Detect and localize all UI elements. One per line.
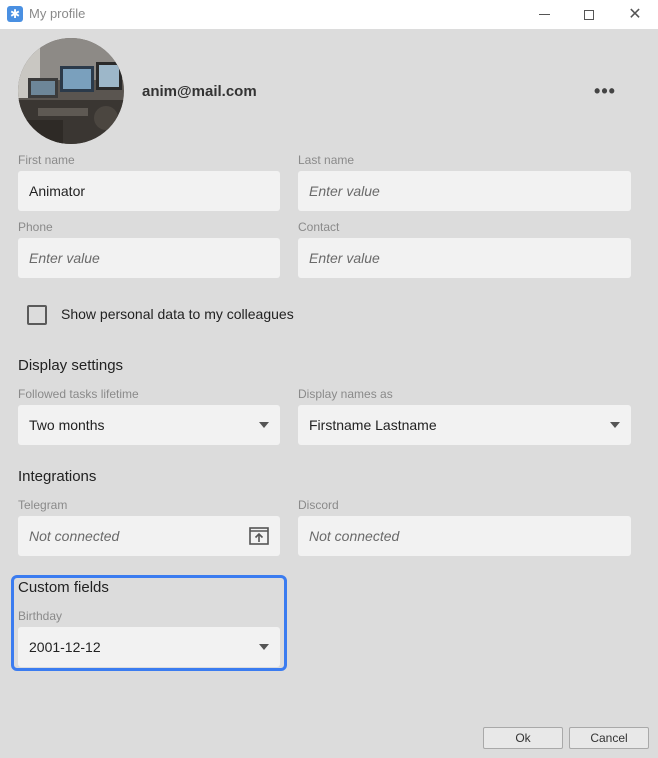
first-name-field[interactable]: Animator xyxy=(18,171,280,211)
integrations-heading: Integrations xyxy=(18,468,97,485)
minimize-button[interactable] xyxy=(521,0,567,29)
last-name-label: Last name xyxy=(298,153,355,167)
minimize-icon xyxy=(538,14,550,15)
display-names-as-label: Display names as xyxy=(298,387,393,401)
snowflake-app-icon: ✱ xyxy=(7,6,23,22)
followed-tasks-lifetime-select[interactable]: Two months xyxy=(18,405,280,445)
first-name-label: First name xyxy=(18,153,75,167)
followed-tasks-lifetime-value: Two months xyxy=(29,417,105,433)
contact-label: Contact xyxy=(298,220,340,234)
chevron-down-icon xyxy=(259,644,269,650)
close-button[interactable]: ✕ xyxy=(612,0,658,29)
window-title: My profile xyxy=(29,6,86,21)
close-icon: ✕ xyxy=(628,5,642,23)
telegram-field: Not connected xyxy=(18,516,280,556)
show-personal-data-checkbox[interactable] xyxy=(27,305,47,325)
contact-field[interactable]: Enter value xyxy=(298,238,631,278)
cancel-button[interactable]: Cancel xyxy=(569,727,649,749)
maximize-button[interactable] xyxy=(566,0,612,29)
last-name-field[interactable]: Enter value xyxy=(298,171,631,211)
discord-field: Not connected xyxy=(298,516,631,556)
more-options-button[interactable]: ••• xyxy=(589,82,621,102)
followed-tasks-lifetime-label: Followed tasks lifetime xyxy=(18,387,139,401)
open-link-icon[interactable] xyxy=(249,527,269,545)
ok-button[interactable]: Ok xyxy=(483,727,563,749)
display-names-as-value: Firstname Lastname xyxy=(309,417,437,433)
display-names-as-select[interactable]: Firstname Lastname xyxy=(298,405,631,445)
chevron-down-icon xyxy=(259,422,269,428)
title-bar: ✱ My profile ✕ xyxy=(0,0,658,29)
avatar[interactable] xyxy=(18,38,124,144)
phone-field[interactable]: Enter value xyxy=(18,238,280,278)
maximize-icon xyxy=(584,9,594,20)
display-settings-heading: Display settings xyxy=(18,357,124,374)
telegram-label: Telegram xyxy=(18,498,68,512)
chevron-down-icon xyxy=(610,422,620,428)
avatar-photo xyxy=(18,38,124,144)
birthday-value: 2001-12-12 xyxy=(29,639,101,655)
birthday-label: Birthday xyxy=(18,609,63,623)
phone-label: Phone xyxy=(18,220,53,234)
telegram-status: Not connected xyxy=(29,528,120,544)
show-personal-data-label[interactable]: Show personal data to my colleagues xyxy=(61,306,294,322)
custom-fields-heading: Custom fields xyxy=(18,579,109,596)
user-email: anim@mail.com xyxy=(142,83,257,100)
birthday-select[interactable]: 2001-12-12 xyxy=(18,627,280,667)
discord-label: Discord xyxy=(298,498,339,512)
